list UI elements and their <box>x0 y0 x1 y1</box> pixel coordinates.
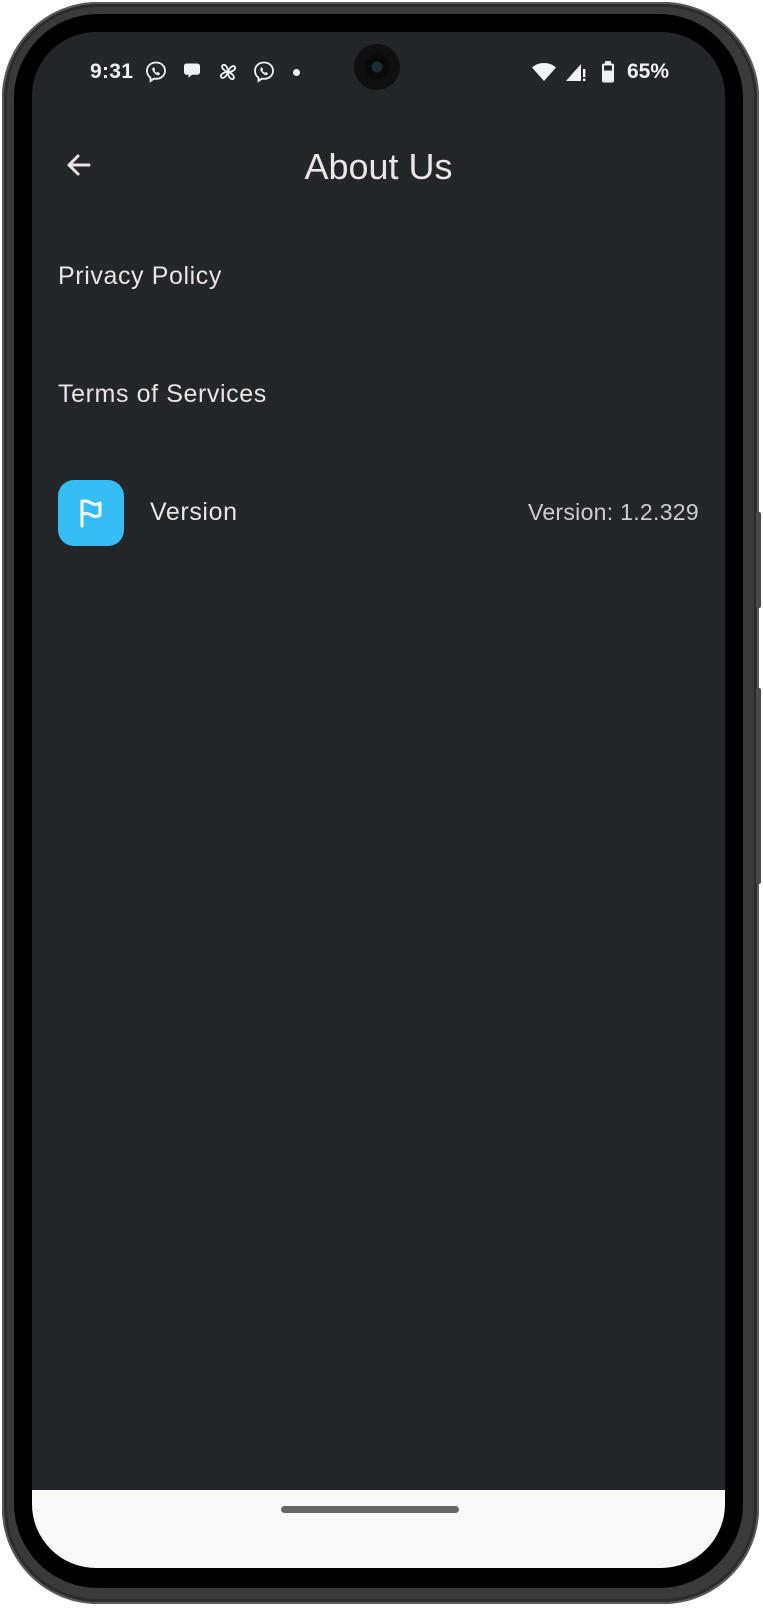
version-value: Version: 1.2.329 <box>527 499 699 525</box>
cellular-signal-no-data-icon <box>563 59 589 85</box>
menu-item-version[interactable]: Version Version: 1.2.329 <box>32 462 725 562</box>
pinwheel-icon <box>215 59 241 85</box>
battery-icon <box>595 59 621 85</box>
viber-icon <box>251 59 277 85</box>
menu-item-privacy-policy[interactable]: Privacy Policy <box>32 222 725 332</box>
app-bar: About Us <box>32 132 725 202</box>
screen: 9:31 65% About Us Privacy Policy Terms o… <box>32 32 725 1568</box>
front-camera <box>354 44 400 90</box>
viber-icon <box>143 59 169 85</box>
status-time: 9:31 <box>90 60 134 83</box>
power-button <box>756 512 761 608</box>
flag-icon <box>58 480 124 546</box>
menu-item-label: Privacy Policy <box>58 262 222 290</box>
battery-percentage: 65% <box>626 60 669 83</box>
navigation-bar <box>32 1490 725 1568</box>
home-indicator[interactable] <box>281 1506 459 1513</box>
status-right: 65% <box>531 59 669 85</box>
status-left: 9:31 <box>90 59 301 85</box>
menu-item-terms-of-services[interactable]: Terms of Services <box>32 340 725 450</box>
status-bar: 9:31 65% <box>32 32 725 112</box>
chat-bubble-icon <box>179 59 205 85</box>
wifi-icon <box>531 59 557 85</box>
menu-item-label: Version <box>150 498 238 526</box>
page-title: About Us <box>304 146 453 187</box>
more-notifications-dot-icon <box>293 68 301 76</box>
volume-button <box>756 688 761 884</box>
menu-item-label: Terms of Services <box>58 380 267 408</box>
